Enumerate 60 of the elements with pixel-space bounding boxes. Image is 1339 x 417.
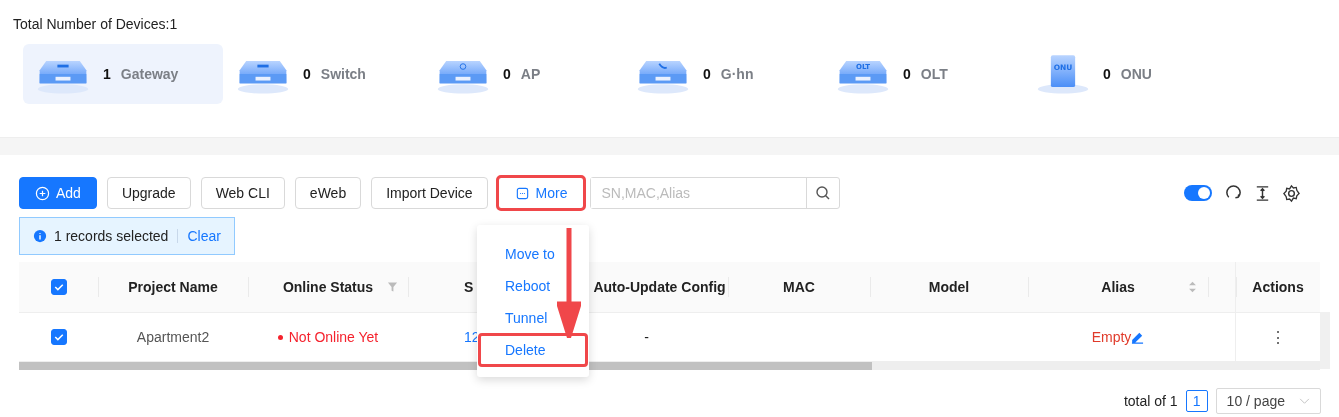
device-type-label: ONU [1120, 66, 1152, 82]
column-header: S [464, 279, 474, 295]
device-type-card[interactable]: ONU 0 ONU [1023, 44, 1223, 104]
device-count: 0 [903, 66, 911, 82]
more-icon [514, 185, 530, 201]
device-count: 0 [703, 66, 711, 82]
scrollbar-thumb[interactable] [19, 362, 872, 370]
clear-link[interactable]: Clear [187, 228, 221, 244]
search-icon[interactable] [815, 185, 832, 201]
add-button[interactable]: Add [19, 177, 97, 209]
settings-icon[interactable] [1282, 183, 1301, 203]
device-total: Total Number of Devices:1 [13, 16, 179, 32]
more-button[interactable]: More [497, 177, 585, 209]
toolbar-button[interactable]: Web CLI [200, 177, 285, 209]
device-type-label: OLT [920, 66, 948, 82]
page-size-select[interactable]: 10 / page [1215, 388, 1321, 414]
toolbar-button[interactable]: Upgrade [106, 177, 191, 209]
device-type-label: Switch [320, 66, 366, 82]
menu-item[interactable]: Move to [477, 238, 589, 270]
row-checkbox[interactable] [50, 329, 67, 345]
chevron-down-icon [1299, 397, 1310, 405]
status-text: Not Online Yet [277, 329, 379, 345]
column-header: MAC [783, 279, 815, 295]
check-icon [52, 331, 65, 343]
device-type-label: AP [520, 66, 541, 82]
device-type-label: G·hn [720, 66, 754, 82]
device-type-card[interactable]: 1 Gateway [23, 44, 223, 104]
column-header: Actions [1252, 279, 1304, 295]
device-count: 0 [503, 66, 511, 82]
total-count: total of 1 [1123, 393, 1178, 409]
page-button[interactable]: 1 [1185, 390, 1208, 412]
column-header: Online Status [282, 279, 374, 295]
device-type-card[interactable]: 0 AP [423, 44, 623, 104]
edit-icon[interactable] [1131, 330, 1145, 344]
table-cell: Apartment2 [136, 329, 210, 345]
plus-circle-icon [35, 185, 50, 201]
device-type-label: Gateway [120, 66, 179, 82]
selection-count: 1 records selected [54, 228, 169, 244]
search-field[interactable]: SN,MAC,Alias [590, 177, 841, 209]
device-count: 0 [303, 66, 311, 82]
menu-item[interactable]: Reboot [477, 270, 589, 302]
alias-value: Empty [1091, 329, 1132, 345]
device-type-card[interactable]: 0 G·hn [623, 44, 823, 104]
toolbar-button[interactable]: eWeb [294, 177, 362, 209]
device-count: 0 [1103, 66, 1111, 82]
device-count: 1 [103, 66, 111, 82]
table-cell: - [644, 329, 649, 345]
toggle-switch[interactable] [1184, 185, 1212, 201]
info-icon [33, 229, 47, 243]
menu-item[interactable]: Tunnel [477, 302, 589, 334]
column-header: Model [928, 279, 970, 295]
column-header: Project Name [128, 279, 218, 295]
toolbar-button[interactable]: Import Device [371, 177, 488, 209]
select-all-checkbox[interactable] [50, 279, 67, 295]
device-type-card[interactable]: 0 Switch [223, 44, 423, 104]
menu-item[interactable]: Delete [479, 334, 587, 366]
check-icon [52, 281, 65, 293]
actions-menu-button[interactable]: ⋮ [1270, 327, 1286, 347]
column-header: Auto-Update Config [593, 279, 726, 295]
column-header: Alias [1101, 279, 1135, 295]
